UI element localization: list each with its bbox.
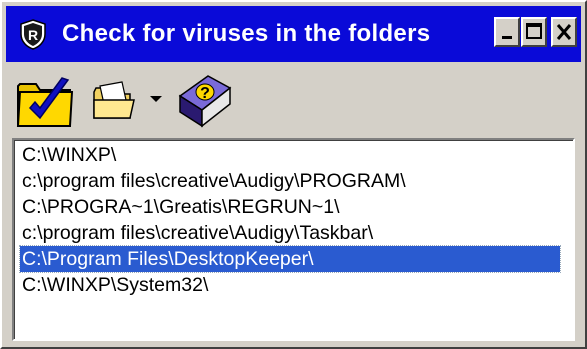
- list-item[interactable]: c:\program files\creative\Audigy\Taskbar…: [20, 220, 560, 246]
- list-item[interactable]: C:\WINXP\System32\: [20, 272, 560, 298]
- minimize-button[interactable]: [494, 17, 520, 47]
- title-bar[interactable]: R Check for viruses in the folders: [6, 6, 581, 62]
- maximize-button[interactable]: [521, 17, 547, 47]
- list-item-selected[interactable]: C:\Program Files\DesktopKeeper\: [19, 245, 561, 273]
- help-book-icon[interactable]: ?: [174, 72, 234, 130]
- dropdown-arrow-icon[interactable]: [148, 92, 164, 106]
- list-item[interactable]: C:\WINXP\: [20, 142, 560, 168]
- svg-text:R: R: [28, 27, 38, 43]
- close-button[interactable]: [551, 17, 577, 47]
- folder-list[interactable]: C:\WINXP\ c:\program files\creative\Audi…: [12, 138, 575, 341]
- list-item[interactable]: C:\PROGRA~1\Greatis\REGRUN~1\: [20, 194, 560, 220]
- check-folder-icon[interactable]: [16, 72, 76, 130]
- dialog-window: R Check for viruses in the folders ? C:\…: [0, 0, 587, 349]
- close-icon: [556, 24, 572, 40]
- toolbar: ?: [6, 66, 581, 134]
- svg-text:?: ?: [200, 85, 210, 102]
- shield-icon[interactable]: R: [18, 18, 48, 50]
- minimize-icon: [502, 36, 512, 39]
- window-title: Check for viruses in the folders: [62, 20, 431, 47]
- open-folder-icon[interactable]: [90, 78, 138, 124]
- maximize-icon: [526, 23, 542, 39]
- list-item[interactable]: c:\program files\creative\Audigy\PROGRAM…: [20, 168, 560, 194]
